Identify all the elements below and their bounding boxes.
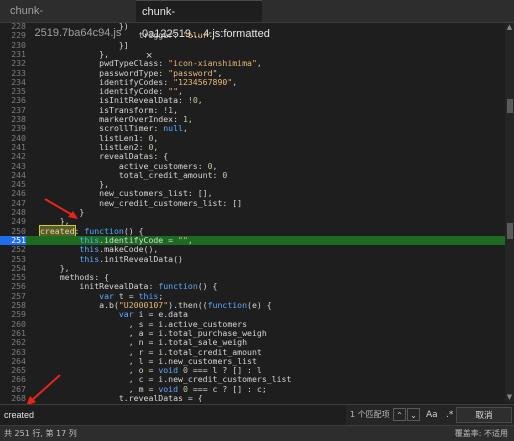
code-token: !0 (187, 95, 198, 106)
scroll-thumb-lower[interactable] (507, 223, 513, 239)
code-token: , (232, 76, 238, 87)
code-line[interactable]: 253 this.initRevealData() (0, 253, 514, 264)
code-token: () { (197, 281, 218, 292)
code-token: , (187, 234, 193, 245)
tab-chunk-file[interactable]: chunk-0a122519.7ba64c94.js (4, 0, 132, 39)
scroll-down-icon[interactable]: ▼ (505, 393, 514, 402)
cursor-position: 共 251 行, 第 17 列 (4, 429, 77, 438)
vertical-scrollbar[interactable]: ▲ ▼ (505, 23, 514, 402)
code-token: function (158, 281, 198, 292)
code-token: "" (178, 234, 188, 245)
code-line[interactable]: 268 t.revealDatas = { (0, 393, 514, 402)
code-text: t.revealDatas = { (40, 393, 203, 402)
status-bar: 共 251 行, 第 17 列 覆盖率: 不适用 (0, 425, 514, 441)
scroll-up-icon[interactable]: ▲ (505, 23, 514, 32)
code-token: , (197, 95, 203, 106)
match-count: 1 个匹配项 (350, 410, 390, 419)
match-case-toggle[interactable]: Aa (426, 405, 438, 425)
code-token: }, (40, 216, 70, 227)
line-number[interactable]: 268 (0, 393, 26, 402)
code-token: function (207, 300, 248, 310)
code-token: (e) { (247, 300, 272, 310)
next-match-button[interactable]: ⌄ (407, 408, 420, 421)
code-token: .initRevealData() (99, 253, 183, 264)
find-input[interactable] (0, 405, 346, 425)
code-line[interactable]: 248 } (0, 207, 514, 217)
tab-formatted-file[interactable]: chunk-0a122519....4.js:formatted × (136, 0, 270, 62)
tab-bar: chunk-0a122519.7ba64c94.js chunk-0a12251… (0, 0, 514, 62)
previous-match-button[interactable]: ⌃ (393, 408, 406, 421)
regex-toggle[interactable]: .* (446, 405, 453, 425)
code-token: t.revealDatas = { (40, 393, 203, 402)
code-token: null (163, 123, 183, 134)
coverage-status[interactable]: 覆盖率: 不适用 (455, 426, 508, 441)
code-token: , (187, 114, 193, 124)
cancel-button[interactable]: 取消 (456, 407, 512, 423)
code-token: , (256, 58, 262, 69)
scroll-thumb[interactable] (507, 99, 513, 113)
find-bar: 1 个匹配项 ⌃ ⌄ Aa .* 取消 (0, 404, 514, 425)
code-token: "blur" (182, 30, 213, 41)
code-token: 0 (222, 169, 228, 180)
code-token: , (182, 123, 188, 134)
code-editor[interactable]: 228 }) 229 trigger: "blur" 230 }] 231 }, 232… (0, 23, 514, 402)
